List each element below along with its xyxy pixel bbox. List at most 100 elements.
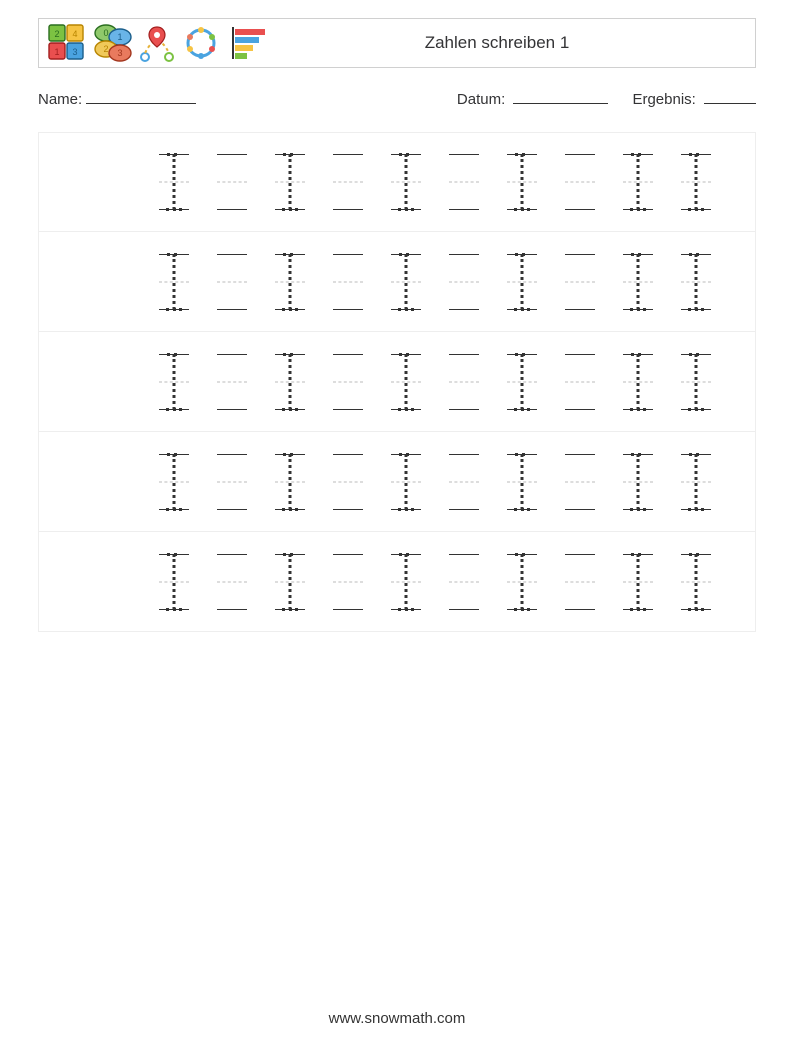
svg-text:2: 2 xyxy=(54,29,59,39)
blank-cell[interactable] xyxy=(217,554,247,610)
svg-text:1: 1 xyxy=(117,32,122,42)
blank-cell[interactable] xyxy=(565,454,595,510)
trace-cell[interactable] xyxy=(159,254,189,310)
blank-cell[interactable] xyxy=(449,454,479,510)
trace-cell[interactable] xyxy=(275,154,305,210)
blank-cell[interactable] xyxy=(565,354,595,410)
trace-cell[interactable] xyxy=(623,554,653,610)
name-blank[interactable] xyxy=(86,90,196,104)
trace-cell[interactable] xyxy=(391,454,421,510)
blank-cell[interactable] xyxy=(333,154,363,210)
blank-cell[interactable] xyxy=(217,354,247,410)
blank-cell[interactable] xyxy=(217,254,247,310)
trace-cell[interactable] xyxy=(507,354,537,410)
bars-icon xyxy=(227,23,267,63)
worksheet-grid xyxy=(38,132,756,632)
trace-cell[interactable] xyxy=(623,254,653,310)
digit-one-glyph xyxy=(637,454,640,510)
practice-row xyxy=(38,432,756,532)
trace-cell[interactable] xyxy=(681,254,711,310)
blank-cell[interactable] xyxy=(217,154,247,210)
blank-cell[interactable] xyxy=(565,554,595,610)
trace-cell[interactable] xyxy=(275,354,305,410)
digit-one-glyph xyxy=(289,254,292,310)
blank-cell[interactable] xyxy=(333,554,363,610)
result-blank[interactable] xyxy=(704,90,756,104)
blank-cell[interactable] xyxy=(565,254,595,310)
digit-one-glyph xyxy=(637,254,640,310)
date-field: Datum: xyxy=(457,90,609,108)
blank-cell[interactable] xyxy=(333,254,363,310)
info-fields: Name: Datum: Ergebnis: xyxy=(38,90,756,108)
practice-row xyxy=(38,532,756,632)
digit-one-glyph xyxy=(289,454,292,510)
practice-row xyxy=(38,332,756,432)
digit-one-glyph xyxy=(405,254,408,310)
trace-cell[interactable] xyxy=(159,154,189,210)
digit-one-glyph xyxy=(289,154,292,210)
digit-one-glyph xyxy=(173,454,176,510)
blank-cell[interactable] xyxy=(449,154,479,210)
digit-one-glyph xyxy=(405,554,408,610)
practice-row xyxy=(38,132,756,232)
blank-cell[interactable] xyxy=(449,554,479,610)
digit-one-glyph xyxy=(637,154,640,210)
digit-one-glyph xyxy=(695,154,698,210)
blank-cell[interactable] xyxy=(333,454,363,510)
trace-cell[interactable] xyxy=(391,254,421,310)
digit-one-glyph xyxy=(521,554,524,610)
trace-cell[interactable] xyxy=(159,354,189,410)
digit-one-glyph xyxy=(405,354,408,410)
practice-row xyxy=(38,232,756,332)
digit-one-glyph xyxy=(173,354,176,410)
digit-one-glyph xyxy=(173,554,176,610)
trace-cell[interactable] xyxy=(681,454,711,510)
header-box: 2 4 1 3 0 1 2 3 xyxy=(38,18,756,68)
trace-cell[interactable] xyxy=(681,554,711,610)
blank-cell[interactable] xyxy=(333,354,363,410)
pin-route-icon xyxy=(139,23,175,63)
trace-cell[interactable] xyxy=(507,154,537,210)
svg-text:2: 2 xyxy=(103,44,108,54)
digit-one-glyph xyxy=(521,154,524,210)
blank-cell[interactable] xyxy=(217,454,247,510)
trace-cell[interactable] xyxy=(275,554,305,610)
trace-cell[interactable] xyxy=(681,354,711,410)
date-blank[interactable] xyxy=(513,90,608,104)
trace-cell[interactable] xyxy=(275,454,305,510)
digit-one-glyph xyxy=(695,454,698,510)
trace-cell[interactable] xyxy=(623,154,653,210)
digit-one-glyph xyxy=(405,454,408,510)
digit-one-glyph xyxy=(637,554,640,610)
svg-text:3: 3 xyxy=(117,48,122,58)
svg-text:3: 3 xyxy=(72,47,77,57)
numbers-icon: 0 1 2 3 xyxy=(93,23,133,63)
trace-cell[interactable] xyxy=(391,554,421,610)
trace-cell[interactable] xyxy=(391,154,421,210)
trace-cell[interactable] xyxy=(507,454,537,510)
trace-cell[interactable] xyxy=(507,554,537,610)
result-field: Ergebnis: xyxy=(632,90,756,108)
trace-cell[interactable] xyxy=(681,154,711,210)
trace-cell[interactable] xyxy=(159,554,189,610)
digit-one-glyph xyxy=(695,554,698,610)
svg-text:0: 0 xyxy=(103,28,108,38)
digit-one-glyph xyxy=(521,454,524,510)
trace-cell[interactable] xyxy=(391,354,421,410)
digit-one-glyph xyxy=(173,154,176,210)
puzzle-icon: 2 4 1 3 xyxy=(47,23,87,63)
trace-cell[interactable] xyxy=(623,354,653,410)
digit-one-glyph xyxy=(173,254,176,310)
blank-cell[interactable] xyxy=(565,154,595,210)
trace-cell[interactable] xyxy=(623,454,653,510)
blank-cell[interactable] xyxy=(449,254,479,310)
date-label: Datum: xyxy=(457,91,505,108)
digit-one-glyph xyxy=(695,354,698,410)
trace-cell[interactable] xyxy=(507,254,537,310)
blank-cell[interactable] xyxy=(449,354,479,410)
digit-one-glyph xyxy=(289,354,292,410)
trace-cell[interactable] xyxy=(275,254,305,310)
digit-one-glyph xyxy=(637,354,640,410)
trace-cell[interactable] xyxy=(159,454,189,510)
result-label: Ergebnis: xyxy=(632,91,695,108)
